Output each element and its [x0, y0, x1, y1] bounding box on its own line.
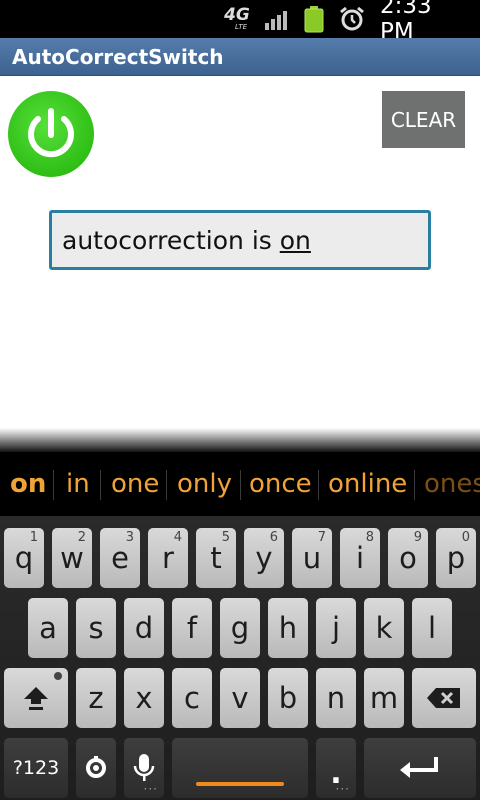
settings-key[interactable]	[76, 738, 116, 798]
key-hint: 6	[269, 530, 278, 545]
power-toggle-button[interactable]	[8, 91, 94, 177]
suggestion-item[interactable]: online	[328, 452, 407, 516]
space-indicator	[196, 782, 284, 786]
alarm-icon	[338, 0, 366, 38]
shift-key[interactable]	[4, 668, 68, 728]
key-c[interactable]: c	[172, 668, 212, 728]
more-dots-icon: ···	[335, 782, 350, 796]
space-key[interactable]	[172, 738, 308, 798]
key-hint: 0	[461, 530, 470, 545]
app-title: AutoCorrectSwitch	[12, 45, 224, 69]
key-b[interactable]: b	[268, 668, 308, 728]
settings-icon	[86, 756, 106, 778]
suggestion-item[interactable]: only	[177, 452, 232, 516]
key-k[interactable]: k	[364, 598, 404, 658]
key-m[interactable]: m	[364, 668, 404, 728]
key-q[interactable]: q1	[4, 528, 44, 588]
key-y[interactable]: y6	[244, 528, 284, 588]
composing-word: on	[279, 225, 311, 255]
key-v[interactable]: v	[220, 668, 260, 728]
signal-icon	[264, 0, 292, 38]
suggestion-divider	[166, 470, 167, 500]
key-hint: 2	[77, 530, 86, 545]
keyboard-shadow	[0, 428, 480, 454]
status-time: 2:33 PM	[380, 0, 432, 45]
key-hint: 5	[221, 530, 230, 545]
network-type: 4G	[224, 4, 250, 25]
key-hint: 8	[365, 530, 374, 545]
text-input[interactable]: autocorrection is on	[49, 210, 431, 270]
symbols-key[interactable]: ?123	[4, 738, 68, 798]
key-hint: 9	[413, 530, 422, 545]
key-h[interactable]: h	[268, 598, 308, 658]
suggestion-item[interactable]: once	[249, 452, 312, 516]
key-i[interactable]: i8	[340, 528, 380, 588]
network-4g-lte-icon: 4G LTE	[222, 0, 252, 38]
shift-lock-indicator	[54, 672, 62, 680]
key-label: i	[355, 541, 365, 575]
key-label: p	[446, 541, 466, 575]
key-x[interactable]: x	[124, 668, 164, 728]
key-label: y	[255, 541, 273, 575]
key-o[interactable]: o9	[388, 528, 428, 588]
key-n[interactable]: n	[316, 668, 356, 728]
soft-keyboard: on in one only once online ones q1 w2 e3…	[0, 452, 480, 800]
key-j[interactable]: j	[316, 598, 356, 658]
text-input-value: autocorrection is	[62, 225, 280, 255]
key-z[interactable]: z	[76, 668, 116, 728]
key-t[interactable]: t5	[196, 528, 236, 588]
key-r[interactable]: r4	[148, 528, 188, 588]
key-a[interactable]: a	[28, 598, 68, 658]
key-s[interactable]: s	[76, 598, 116, 658]
key-e[interactable]: e3	[100, 528, 140, 588]
suggestion-item[interactable]: in	[66, 452, 90, 516]
key-label: o	[399, 541, 417, 575]
key-f[interactable]: f	[172, 598, 212, 658]
app-title-bar: AutoCorrectSwitch	[0, 38, 480, 76]
key-p[interactable]: p0	[436, 528, 476, 588]
key-u[interactable]: u7	[292, 528, 332, 588]
network-subtype: LTE	[234, 22, 248, 31]
suggestion-divider	[240, 470, 241, 500]
suggestion-divider	[53, 470, 54, 500]
suggestion-item[interactable]: on	[10, 452, 46, 516]
key-hint: 4	[173, 530, 182, 545]
key-g[interactable]: g	[220, 598, 260, 658]
key-hint: 3	[125, 530, 134, 545]
key-hint: 7	[317, 530, 326, 545]
period-key[interactable]: . ···	[316, 738, 356, 798]
suggestion-item[interactable]: one	[111, 452, 159, 516]
key-label: q	[14, 541, 34, 575]
shift-icon	[24, 687, 48, 710]
more-dots-icon: ···	[143, 782, 158, 796]
status-bar: 4G LTE 2:33 PM	[0, 0, 480, 45]
key-l[interactable]: l	[412, 598, 452, 658]
key-label: t	[210, 541, 222, 575]
enter-key[interactable]	[364, 738, 476, 798]
suggestion-divider	[414, 470, 415, 500]
power-icon	[28, 108, 74, 158]
key-w[interactable]: w2	[52, 528, 92, 588]
keyboard-keys: q1 w2 e3 r4 t5 y6 u7 i8 o9 p0 a s d f g …	[0, 516, 480, 800]
enter-icon	[400, 757, 438, 778]
key-d[interactable]: d	[124, 598, 164, 658]
key-label: u	[302, 541, 322, 575]
microphone-key[interactable]: ···	[124, 738, 164, 798]
clear-button[interactable]: CLEAR	[382, 91, 465, 148]
microphone-icon	[133, 754, 155, 781]
backspace-key[interactable]	[412, 668, 476, 728]
key-hint: 1	[29, 530, 38, 545]
suggestion-item[interactable]: ones	[424, 452, 480, 516]
suggestion-divider	[318, 470, 319, 500]
key-label: r	[162, 541, 174, 575]
suggestion-strip: on in one only once online ones	[0, 452, 480, 516]
key-label: e	[111, 541, 129, 575]
battery-icon	[304, 0, 324, 38]
backspace-icon	[427, 688, 460, 708]
key-label: w	[60, 541, 84, 575]
suggestion-divider	[100, 470, 101, 500]
